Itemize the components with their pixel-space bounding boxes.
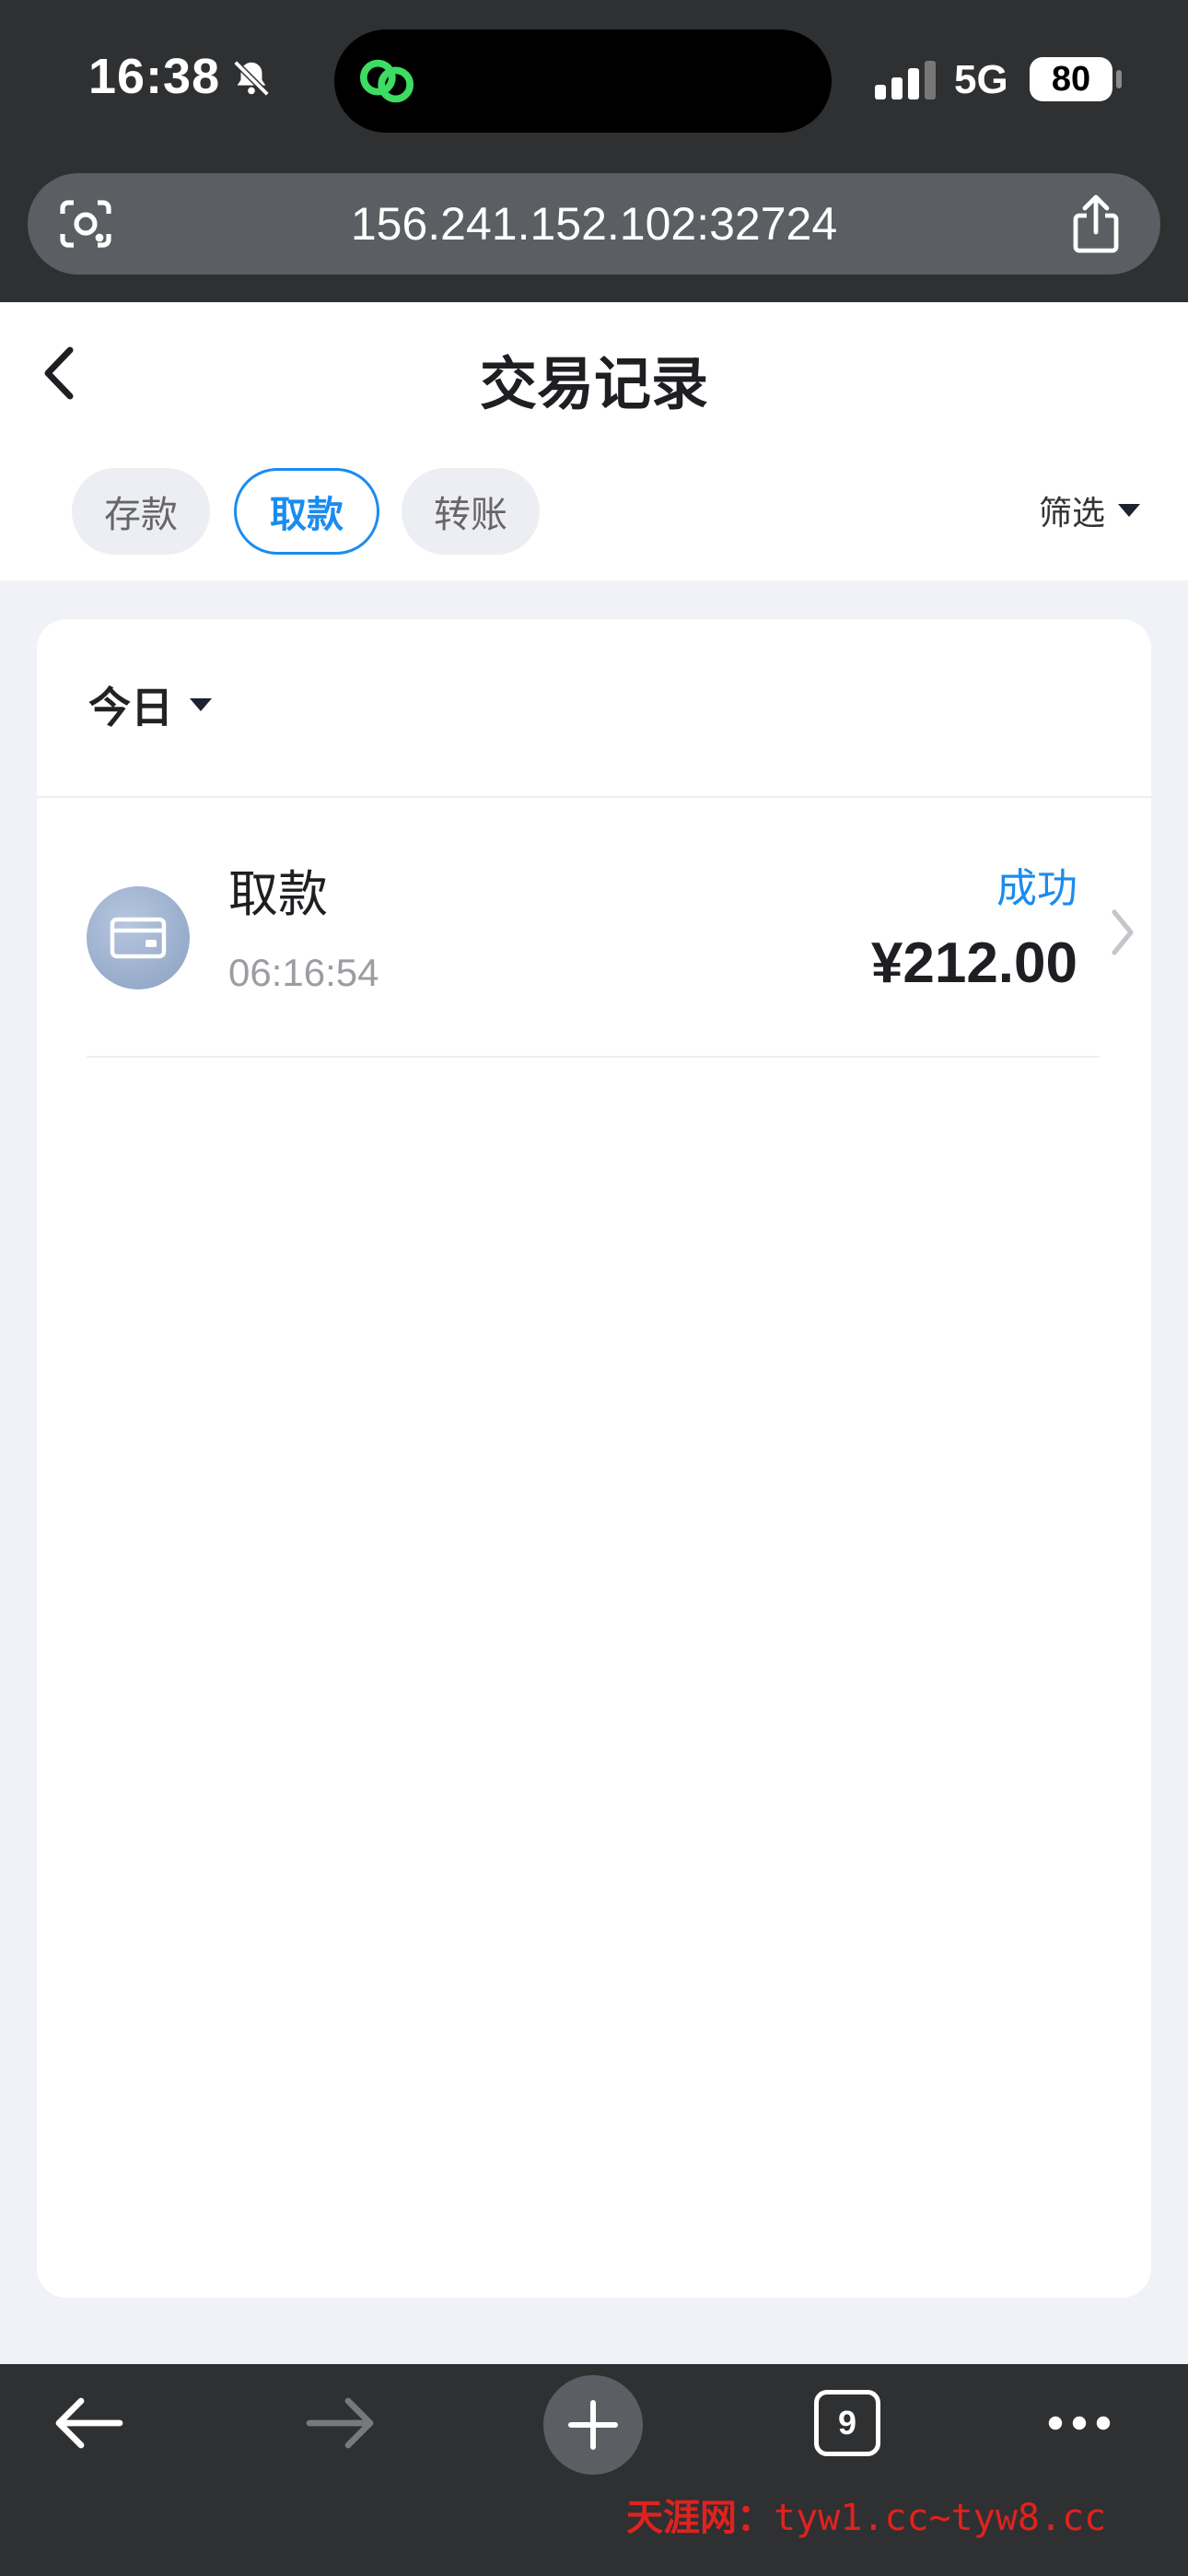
date-filter-label: 今日 xyxy=(88,684,173,732)
transaction-row[interactable]: 取款 06:16:54 成功 ¥212.00 xyxy=(87,824,1136,1056)
bell-slash-icon xyxy=(233,60,270,97)
link-app-icon xyxy=(359,59,414,103)
transaction-status: 成功 xyxy=(996,866,1077,911)
forward-icon[interactable] xyxy=(306,2395,376,2451)
watermark: 天涯网：tyw1.cc~tyw8.cc xyxy=(626,2488,1106,2541)
filter-label: 筛选 xyxy=(1039,494,1106,532)
caret-down-icon xyxy=(190,698,212,711)
records-card: 今日 取款 06:16:54 成功 ¥212.00 xyxy=(37,619,1151,2298)
card-avatar xyxy=(87,886,190,989)
caret-down-icon xyxy=(1118,504,1141,517)
transaction-time: 06:16:54 xyxy=(228,951,379,994)
more-icon[interactable] xyxy=(1046,2405,1112,2441)
wallet-card-icon xyxy=(110,917,167,959)
filter-dropdown[interactable]: 筛选 xyxy=(1039,486,1141,534)
back-icon[interactable] xyxy=(53,2395,123,2451)
new-tab-button[interactable] xyxy=(543,2375,643,2475)
battery-indicator: 80 xyxy=(1030,57,1112,101)
browser-toolbar: 9 xyxy=(0,2364,1188,2576)
share-icon[interactable] xyxy=(1068,193,1124,254)
tab-transfer[interactable]: 转账 xyxy=(402,468,540,555)
date-filter[interactable]: 今日 xyxy=(88,674,212,735)
tab-deposit[interactable]: 存款 xyxy=(72,468,210,555)
divider xyxy=(87,1056,1100,1058)
transaction-type: 取款 xyxy=(228,867,328,922)
tabs-count-button[interactable]: 9 xyxy=(814,2390,880,2456)
network-label: 5G xyxy=(954,57,1008,102)
battery-tip xyxy=(1116,70,1122,88)
address-bar[interactable]: 156.241.152.102:32724 xyxy=(28,173,1160,275)
page-header: 交易记录 存款 取款 转账 筛选 xyxy=(0,302,1188,580)
signal-icon xyxy=(875,61,936,100)
dynamic-island xyxy=(334,29,832,133)
plus-icon xyxy=(568,2400,618,2450)
divider xyxy=(37,796,1151,798)
tab-withdraw[interactable]: 取款 xyxy=(234,468,379,555)
transaction-amount: ¥212.00 xyxy=(870,931,1077,995)
browser-chrome-top: 16:38 5G 80 156.241.152.102:32724 xyxy=(0,0,1188,302)
url-text[interactable]: 156.241.152.102:32724 xyxy=(28,173,1160,275)
page-title: 交易记录 xyxy=(479,353,708,416)
watermark-name: 天涯网： xyxy=(626,2496,774,2539)
watermark-domains: tyw1.cc~tyw8.cc xyxy=(774,2497,1107,2539)
chevron-right-icon xyxy=(1112,909,1134,955)
status-time: 16:38 xyxy=(88,49,221,104)
